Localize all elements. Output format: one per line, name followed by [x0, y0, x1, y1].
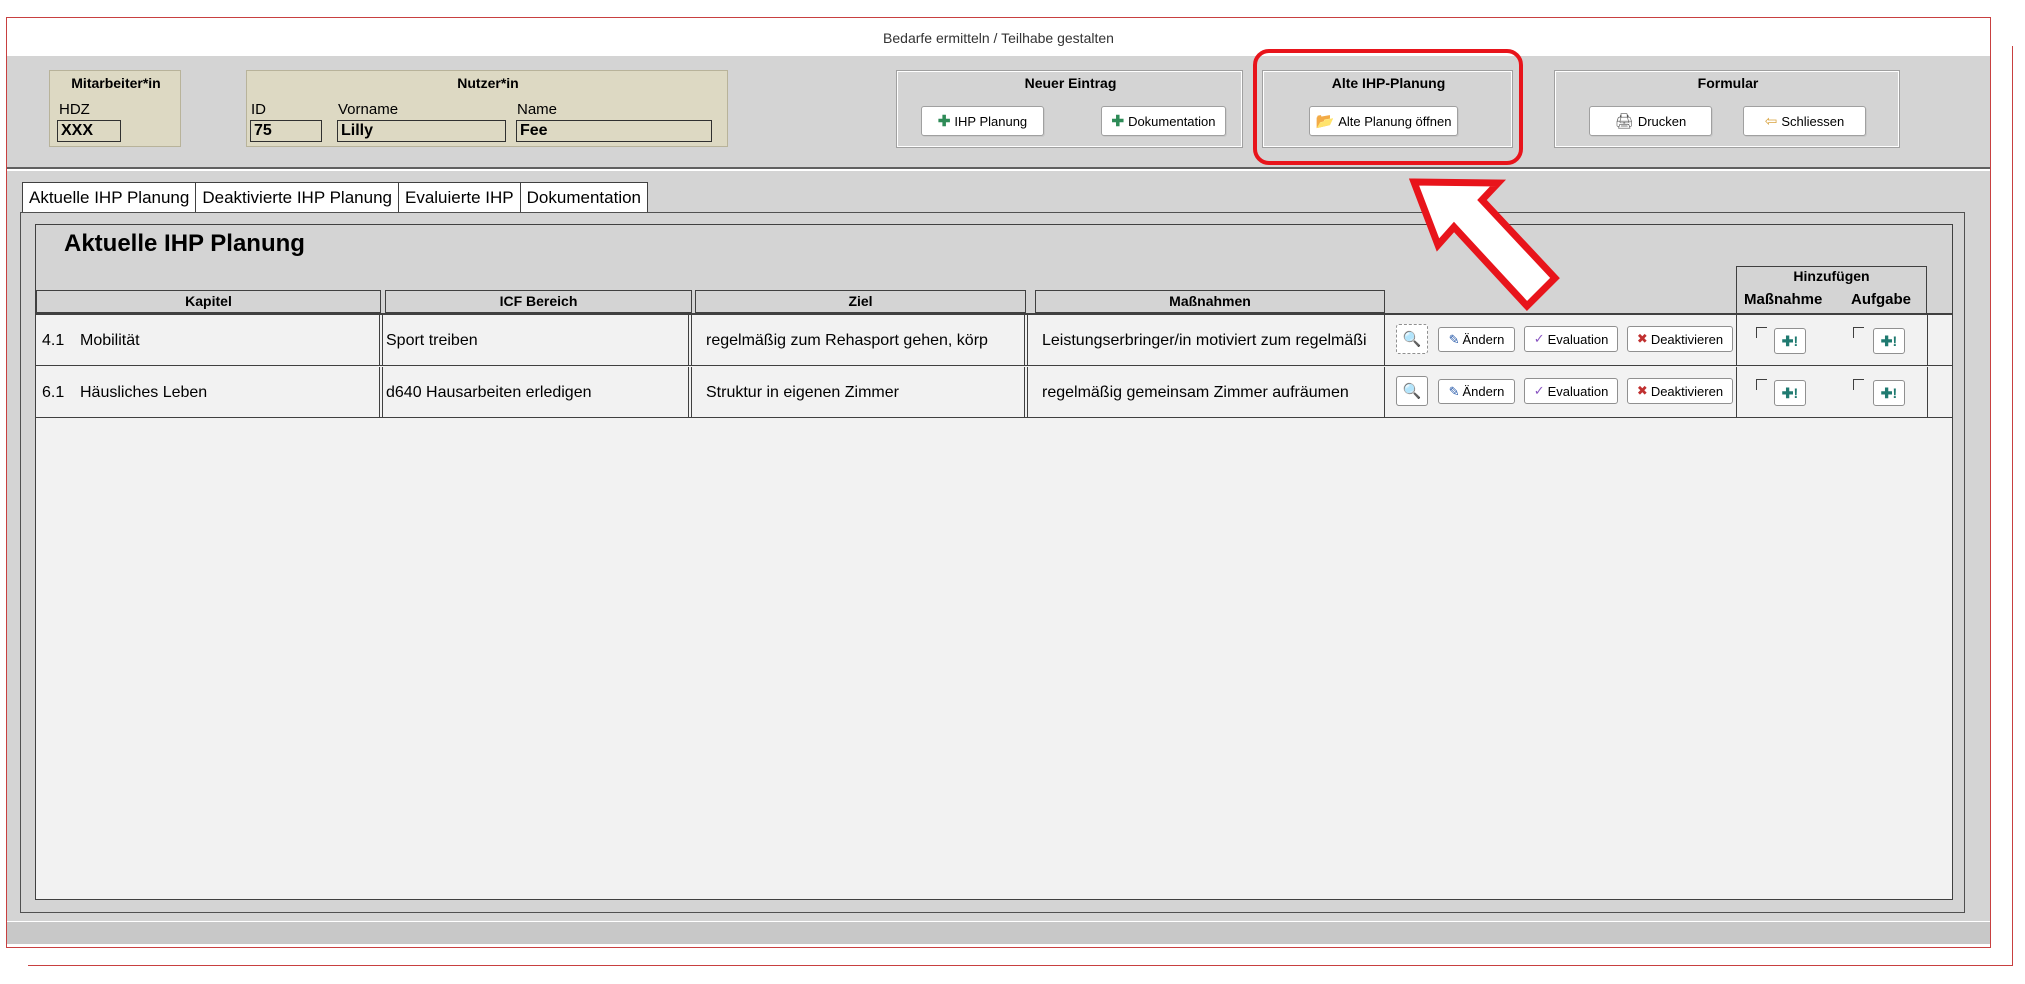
frame-shadow-bottom [28, 965, 2013, 966]
nutzer-title: Nutzer*in [457, 75, 519, 91]
frame-shadow-right [2012, 46, 2013, 966]
col-header-massnahme: Maßnahme [1744, 291, 1823, 308]
row-kapitel: Mobilität [80, 332, 140, 349]
evaluation-icon: ✓ [1533, 383, 1545, 398]
deactivate-label: Deaktivieren [1650, 383, 1724, 399]
evaluation-label: Evaluation [1547, 383, 1609, 399]
add-aufgabe-button[interactable]: ✚! [1873, 380, 1905, 406]
row-massnahmen: Leistungserbringer/in motiviert zum rege… [1042, 332, 1367, 349]
add-massnahme-button[interactable]: ✚! [1774, 380, 1806, 406]
tab-evaluierte-ihp[interactable]: Evaluierte IHP [397, 182, 521, 213]
deactivate-icon: ✖ [1636, 331, 1648, 346]
col-divider [1024, 315, 1025, 366]
tab-deaktivierte-ihp[interactable]: Deaktivierte IHP Planung [195, 182, 399, 213]
evaluation-button[interactable]: ✓ Evaluation [1524, 378, 1618, 404]
plus-icon: ✚ [1111, 113, 1125, 130]
massnahme-checkbox[interactable] [1756, 327, 1767, 338]
preview-button[interactable]: 🔍 [1396, 376, 1428, 406]
row-ziel: Struktur in eigenen Zimmer [706, 384, 899, 401]
id-field[interactable]: 75 [250, 120, 322, 142]
exit-door-icon: ⇦ [1764, 113, 1778, 130]
deactivate-icon: ✖ [1636, 383, 1648, 398]
tab-dokumentation[interactable]: Dokumentation [519, 182, 648, 213]
hdz-field[interactable]: XXX [57, 120, 121, 142]
close-label: Schliessen [1781, 113, 1845, 129]
col-divider [1027, 315, 1028, 366]
col-divider [382, 315, 383, 366]
add-massnahme-button[interactable]: ✚! [1774, 328, 1806, 354]
deactivate-label: Deaktivieren [1650, 331, 1724, 347]
col-header-hinzufuegen: Hinzufügen [1793, 268, 1870, 284]
new-dokumentation-label: Dokumentation [1128, 113, 1216, 129]
col-divider [379, 367, 380, 418]
nutzer-panel: Nutzer*in ID 75 Vorname Lilly Name Fee [246, 70, 728, 147]
neuer-eintrag-panel: Neuer Eintrag ✚ IHP Planung ✚ Dokumentat… [896, 70, 1243, 148]
mitarbeiter-panel: Mitarbeiter*in HDZ XXX [49, 70, 181, 147]
col-divider [1384, 315, 1385, 366]
formular-title: Formular [1697, 75, 1759, 91]
row-icf: d640 Hausarbeiten erledigen [386, 384, 592, 401]
tab-aktuelle-ihp[interactable]: Aktuelle IHP Planung [22, 182, 197, 213]
col-divider [691, 315, 692, 366]
new-dokumentation-button[interactable]: ✚ Dokumentation [1101, 106, 1226, 136]
col-divider [1027, 367, 1028, 418]
aufgabe-checkbox[interactable] [1853, 327, 1864, 338]
row-ziel: regelmäßig zum Rehasport gehen, körp [706, 332, 988, 349]
col-divider [379, 315, 380, 366]
col-divider [1024, 367, 1025, 418]
col-divider [1384, 367, 1385, 418]
col-divider [382, 367, 383, 418]
massnahme-checkbox[interactable] [1756, 379, 1767, 390]
row-massnahmen: regelmäßig gemeinsam Zimmer aufräumen [1042, 384, 1349, 401]
col-divider [1927, 367, 1928, 418]
deactivate-button[interactable]: ✖ Deaktivieren [1627, 378, 1733, 404]
col-header-massnahmen: Maßnahmen [1035, 290, 1385, 313]
new-ihp-planung-button[interactable]: ✚ IHP Planung [921, 106, 1044, 136]
vorname-label: Vorname [338, 101, 399, 118]
col-divider [1736, 367, 1737, 418]
col-header-ziel: Ziel [695, 290, 1026, 313]
tab-bar: Aktuelle IHP Planung Deaktivierte IHP Pl… [22, 182, 648, 213]
magnifier-icon: 🔍 [1402, 383, 1422, 400]
add-aufgabe-button[interactable]: ✚! [1873, 328, 1905, 354]
edit-button[interactable]: ✎ Ändern [1438, 379, 1515, 404]
edit-label: Ändern [1462, 384, 1505, 399]
col-header-icf: ICF Bereich [385, 290, 692, 313]
id-label: ID [251, 101, 266, 118]
col-header-aufgabe: Aufgabe [1851, 291, 1911, 308]
hdz-label: HDZ [59, 101, 90, 118]
new-ihp-planung-label: IHP Planung [954, 113, 1028, 129]
pencil-icon: ✎ [1448, 383, 1460, 399]
print-button[interactable]: 🖨 Drucken [1589, 106, 1712, 136]
window-title: Bedarfe ermitteln / Teilhabe gestalten [883, 30, 1114, 46]
close-button[interactable]: ⇦ Schliessen [1743, 106, 1866, 136]
vorname-field[interactable]: Lilly [337, 120, 506, 142]
status-strip [7, 922, 1990, 944]
name-field[interactable]: Fee [516, 120, 712, 142]
row-kapitel-num: 4.1 [42, 332, 65, 349]
plus-icon: ✚ [937, 113, 951, 130]
aufgabe-checkbox[interactable] [1853, 379, 1864, 390]
deactivate-button[interactable]: ✖ Deaktivieren [1627, 326, 1733, 352]
formular-panel: Formular 🖨 Drucken ⇦ Schliessen [1554, 70, 1900, 148]
col-divider [688, 367, 689, 418]
printer-icon: 🖨 [1614, 113, 1634, 130]
row-kapitel-num: 6.1 [42, 384, 65, 401]
col-header-kapitel: Kapitel [36, 290, 381, 313]
table-row[interactable]: 4.1 Mobilität Sport treiben regelmäßig z… [36, 315, 1952, 366]
row-icf: Sport treiben [386, 332, 478, 349]
mitarbeiter-title: Mitarbeiter*in [71, 75, 161, 91]
print-label: Drucken [1637, 113, 1687, 129]
neuer-eintrag-title: Neuer Eintrag [1024, 75, 1117, 91]
col-divider [688, 315, 689, 366]
col-divider [691, 367, 692, 418]
row-kapitel: Häusliches Leben [80, 384, 208, 401]
highlight-box [1253, 49, 1523, 165]
annotation-arrow-icon [1408, 178, 1560, 312]
col-divider [1927, 315, 1928, 366]
section-title: Aktuelle IHP Planung [64, 230, 305, 257]
table-row[interactable]: 6.1 Häusliches Leben d640 Hausarbeiten e… [36, 367, 1952, 418]
col-divider [1736, 315, 1737, 366]
name-label: Name [517, 101, 558, 118]
